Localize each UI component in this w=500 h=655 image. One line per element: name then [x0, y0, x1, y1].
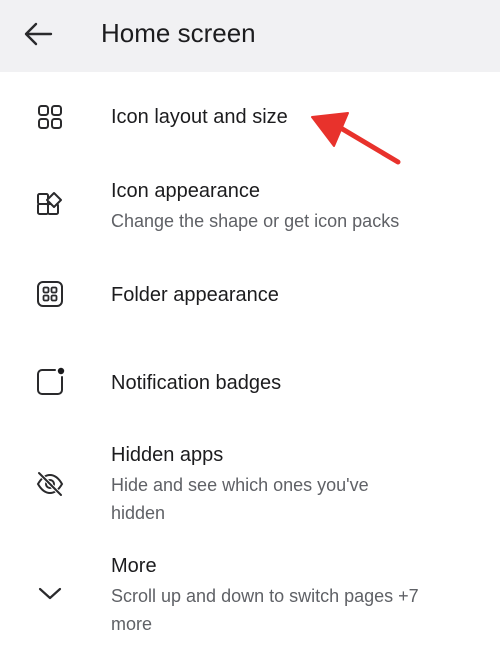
- menu-item-subtitle: Hide and see which ones you've hidden: [111, 475, 369, 523]
- menu-item-notification-badges[interactable]: Notification badges: [0, 360, 500, 404]
- menu-item-title: Folder appearance: [111, 284, 279, 306]
- folder-grid-icon: [34, 278, 66, 310]
- page-title: Home screen: [101, 18, 256, 48]
- home-screen-settings: Home screen Icon layout and size Icon ap…: [0, 0, 500, 655]
- eye-off-icon: [34, 468, 66, 500]
- menu-item-title: Notification badges: [111, 372, 282, 394]
- grid-2x2-icon: [34, 101, 66, 133]
- menu-item-folder-appearance[interactable]: Folder appearance: [0, 272, 500, 316]
- shapes-icon: [34, 190, 66, 222]
- arrow-left-icon: [24, 22, 53, 46]
- menu-item-more[interactable]: More Scroll up and down to switch pages …: [0, 551, 500, 641]
- badge-square-icon: [34, 366, 66, 398]
- menu-item-icon-appearance[interactable]: Icon appearance Change the shape or get …: [0, 176, 500, 240]
- menu-item-subtitle: Change the shape or get icon packs: [111, 211, 400, 231]
- annotation-arrow: [311, 112, 401, 165]
- menu-item-title: Icon appearance: [111, 180, 261, 202]
- menu-item-title: Hidden apps: [111, 444, 224, 466]
- back-button[interactable]: [14, 14, 62, 54]
- menu-item-subtitle: Scroll up and down to switch pages +7 mo…: [111, 586, 419, 634]
- app-bar: Home screen: [0, 0, 500, 72]
- menu-item-title: More: [111, 555, 157, 577]
- chevron-down-icon: [34, 577, 66, 609]
- menu-item-icon-layout[interactable]: Icon layout and size: [0, 96, 500, 140]
- menu-item-title: Icon layout and size: [111, 106, 288, 128]
- menu-item-hidden-apps[interactable]: Hidden apps Hide and see which ones you'…: [0, 440, 500, 530]
